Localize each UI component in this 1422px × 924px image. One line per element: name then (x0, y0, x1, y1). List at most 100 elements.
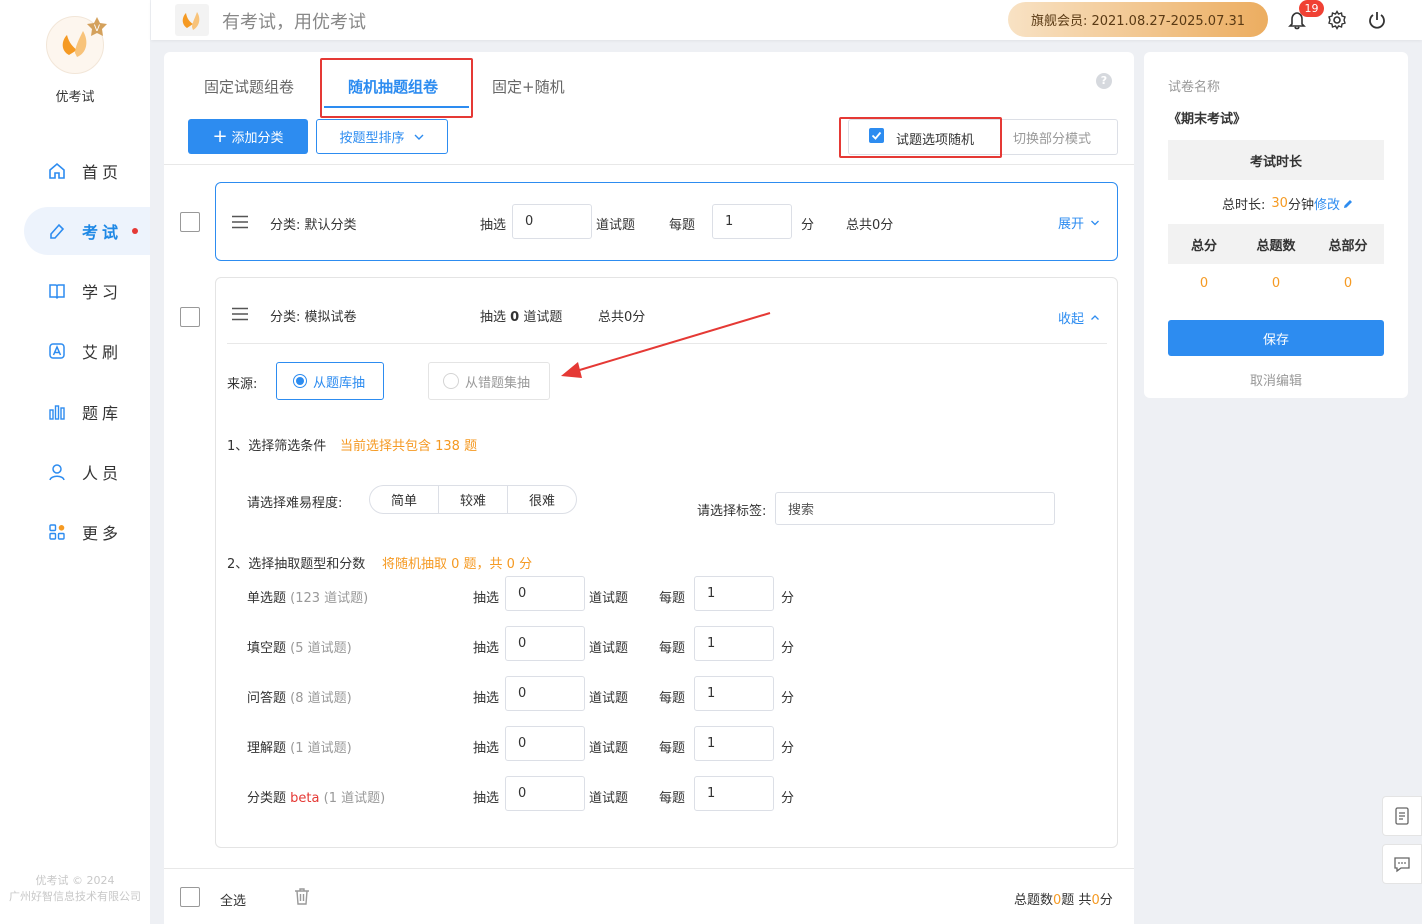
category1-unit-score: 分 (801, 218, 815, 233)
category1-unit-questions: 道试题 (596, 218, 636, 233)
duration-row: 总时长: 30 分钟 修改 (1222, 194, 1354, 213)
sidebar-item-exam[interactable]: 考试 (24, 207, 150, 255)
chevron-down-icon (1091, 220, 1099, 225)
row-score-unit: 分 (781, 741, 795, 756)
row-pick-input[interactable]: 0 (505, 576, 585, 611)
header-logo-icon (175, 4, 209, 36)
difficulty-label: 请选择难易程度: (247, 496, 343, 511)
row-pick-label: 抽选 (473, 741, 500, 756)
question-type-count: (5 道试题) (290, 641, 352, 656)
question-type-label: 分类题 (247, 791, 287, 806)
category1-each-label: 每题 (669, 218, 696, 233)
membership-badge[interactable]: 旗舰会员: 2021.08.27-2025.07.31 (1008, 2, 1268, 37)
difficulty-medium[interactable]: 较难 (439, 486, 508, 513)
category1-pick-input[interactable]: 0 (512, 204, 592, 239)
difficulty-hard[interactable]: 很难 (508, 486, 576, 513)
save-button[interactable]: 保存 (1168, 320, 1384, 356)
sidebar-item-people[interactable]: 人员 (24, 448, 150, 496)
stats-total-questions: 0 (1271, 276, 1281, 291)
modify-duration-link[interactable]: 修改 (1314, 194, 1340, 213)
tab-fixed-random[interactable]: 固定+随机 (492, 76, 565, 97)
row-pick-input[interactable]: 0 (505, 676, 585, 711)
plus-icon: + (212, 125, 228, 147)
trash-icon[interactable] (292, 886, 312, 906)
row-each-label: 每题 (659, 791, 686, 806)
category1-score-input[interactable]: 1 (712, 204, 792, 239)
sidebar-item-label: 学习 (82, 283, 123, 302)
category1-name: 分类: 默认分类 (270, 218, 357, 233)
difficulty-easy[interactable]: 简单 (370, 486, 439, 513)
drag-handle-icon[interactable] (231, 307, 249, 321)
row-score-input[interactable]: 1 (694, 576, 774, 611)
sort-by-type-button[interactable]: 按题型排序 (316, 119, 448, 154)
row-score-input[interactable]: 1 (694, 626, 774, 661)
row-pick-input[interactable]: 0 (505, 626, 585, 661)
category1-total: 总共0分 (846, 218, 894, 233)
select-all-label[interactable]: 全选 (220, 890, 246, 909)
row-score-input[interactable]: 1 (694, 726, 774, 761)
expand-label: 展开 (1058, 217, 1085, 232)
source-bank-radio[interactable]: 从题库抽 (276, 362, 384, 400)
sidebar-item-aishua[interactable]: 艾刷 (24, 327, 150, 375)
question-type-name: 问答题 (8 道试题) (247, 687, 352, 706)
cancel-edit-button[interactable]: 取消编辑 (1168, 370, 1384, 389)
summary-prefix: 总题数 (1014, 893, 1054, 908)
sidebar-item-more[interactable]: 更多 (24, 508, 150, 556)
row-pick-input[interactable]: 0 (505, 726, 585, 761)
chat-float-button[interactable] (1382, 844, 1422, 884)
expand-button[interactable]: 展开 (1058, 213, 1100, 232)
stats-total-parts: 0 (1343, 276, 1353, 291)
add-category-button[interactable]: + 添加分类 (188, 119, 308, 154)
sidebar-item-label: 更多 (82, 524, 123, 543)
row-score-input[interactable]: 1 (694, 676, 774, 711)
company-text: 广州好智信息技术有限公司 (9, 890, 141, 903)
question-type-count: (1 道试题) (290, 741, 352, 756)
beta-badge: beta (290, 791, 320, 806)
gear-icon[interactable] (1327, 10, 1347, 30)
drag-handle-icon[interactable] (231, 215, 249, 229)
sidebar-item-bank[interactable]: 题库 (24, 388, 150, 436)
duration-value: 30 (1271, 196, 1288, 211)
book-icon (49, 284, 65, 300)
tab-random[interactable]: 随机抽题组卷 (348, 76, 438, 97)
category1-checkbox[interactable] (180, 212, 200, 232)
switch-mode-button[interactable]: 切换部分模式 (1013, 128, 1091, 147)
summary-score: 0 (1091, 893, 1100, 908)
row-pick-input[interactable]: 0 (505, 776, 585, 811)
select-all-checkbox[interactable] (180, 887, 200, 907)
category2-checkbox[interactable] (180, 307, 200, 327)
pencil-icon[interactable] (1342, 198, 1354, 210)
category2-pick-prefix: 抽选 (480, 310, 507, 325)
difficulty-group: 简单 较难 很难 (369, 485, 577, 514)
category1-pick-label: 抽选 (480, 218, 507, 233)
tab-fixed[interactable]: 固定试题组卷 (204, 76, 294, 97)
row-unit-label: 道试题 (589, 691, 629, 706)
stats-header-total-score: 总分 (1190, 238, 1217, 254)
question-type-name: 分类题 beta (1 道试题) (247, 787, 385, 806)
sort-by-type-label: 按题型排序 (339, 131, 405, 146)
power-icon[interactable] (1367, 10, 1387, 30)
sidebar-item-label: 人员 (82, 464, 123, 483)
category2-pick-count: 0 (510, 310, 520, 325)
user-icon (49, 464, 65, 481)
sidebar-item-home[interactable]: 首页 (24, 147, 150, 195)
row-score-input[interactable]: 1 (694, 776, 774, 811)
paper-name[interactable]: 《期末考试》 (1168, 108, 1246, 127)
vip-badge-icon: V (86, 16, 108, 38)
help-icon[interactable]: ? (1096, 73, 1112, 89)
step1-title: 1、选择筛选条件 (227, 439, 327, 454)
radio-unchecked-icon (443, 373, 459, 389)
question-type-count: (1 道试题) (323, 791, 386, 806)
source-wrong-radio[interactable]: 从错题集抽 (428, 362, 550, 400)
sidebar-item-label: 考试 (82, 223, 123, 242)
tag-search-input[interactable]: 搜索 (775, 492, 1055, 525)
row-score-unit: 分 (781, 591, 795, 606)
sidebar-item-study[interactable]: 学习 (24, 267, 150, 315)
toolbar-divider (164, 164, 1134, 165)
add-category-label: 添加分类 (231, 131, 284, 146)
paper-name-label: 试卷名称 (1168, 80, 1221, 95)
chevron-down-icon (414, 134, 423, 140)
notes-float-button[interactable] (1382, 796, 1422, 836)
collapse-button[interactable]: 收起 (1058, 308, 1100, 327)
step2-note: 将随机抽取 0 题，共 0 分 (382, 557, 533, 572)
